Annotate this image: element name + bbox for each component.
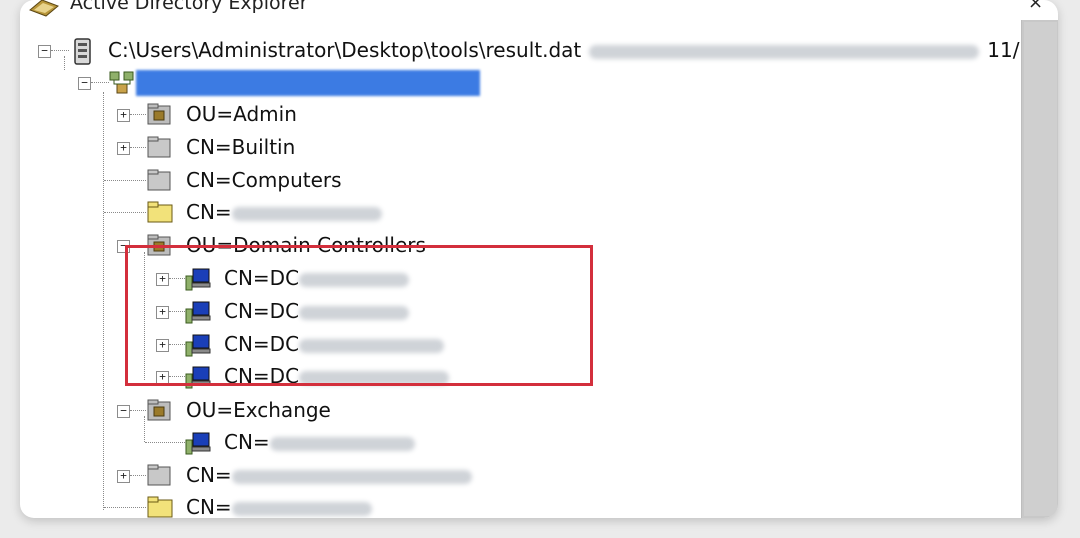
ad-explorer-window: Active Directory Explorer × − C:\Users\A… — [20, 0, 1058, 518]
tree-node-cn-builtin[interactable]: + CN=Builtin — [20, 133, 620, 165]
red-highlight-box — [125, 245, 593, 386]
root-file-path: C:\Users\Administrator\Desktop\tools\res… — [108, 38, 1020, 62]
redacted-text — [269, 436, 415, 451]
tree-node-cn-computers[interactable]: CN=Computers — [20, 166, 620, 198]
tree-node-root-file[interactable]: − C:\Users\Administrator\Desktop\tools\r… — [20, 36, 1020, 68]
scrollbar-thumb[interactable] — [1024, 22, 1057, 516]
computer-icon — [184, 430, 211, 455]
database-icon — [70, 38, 96, 65]
object-tree: − C:\Users\Administrator\Desktop\tools\r… — [20, 0, 1021, 518]
yellow-folder-icon — [146, 200, 173, 224]
expand-icon[interactable]: + — [117, 470, 130, 483]
tree-node-label: CN= — [224, 430, 415, 454]
close-icon[interactable]: × — [1028, 0, 1043, 13]
redacted-text — [231, 501, 372, 516]
tree-node-cn-redacted-2[interactable]: + CN= — [20, 461, 620, 493]
tree-node-label: OU=Exchange — [186, 398, 331, 422]
redacted-text — [231, 469, 472, 484]
tree-node-exchange-server[interactable]: CN= — [20, 428, 620, 460]
container-folder-icon — [146, 463, 172, 487]
domain-name-redacted — [136, 70, 480, 96]
tree-node-cn-redacted[interactable]: CN= — [20, 198, 620, 230]
domain-icon — [108, 70, 134, 94]
collapse-icon[interactable]: − — [78, 77, 91, 90]
tree-node-domain[interactable]: − — [20, 68, 1020, 100]
tree-node-label: CN= — [186, 463, 472, 487]
tree-node-ou-admin[interactable]: + OU=Admin — [20, 100, 620, 132]
tree-node-cn-redacted-3[interactable]: CN= — [20, 493, 620, 518]
collapse-icon[interactable]: − — [117, 405, 130, 418]
redacted-text — [231, 206, 382, 221]
redacted-text — [589, 44, 980, 59]
container-folder-icon — [146, 168, 172, 192]
tree-node-label: CN= — [186, 495, 372, 518]
tree-node-label: CN=Computers — [186, 168, 342, 192]
collapse-icon[interactable]: − — [38, 45, 51, 58]
expand-icon[interactable]: + — [117, 109, 130, 122]
ou-folder-icon — [146, 398, 172, 422]
tree-node-ou-exchange[interactable]: − OU=Exchange — [20, 396, 620, 428]
vertical-scrollbar[interactable] — [1021, 20, 1058, 518]
tree-node-label: OU=Admin — [186, 102, 297, 126]
tree-node-label: CN=Builtin — [186, 135, 296, 159]
expand-icon[interactable]: + — [117, 142, 130, 155]
yellow-folder-icon — [146, 495, 173, 518]
tree-node-label: CN= — [186, 200, 382, 224]
container-folder-icon — [146, 135, 172, 159]
ou-folder-icon — [146, 102, 172, 126]
